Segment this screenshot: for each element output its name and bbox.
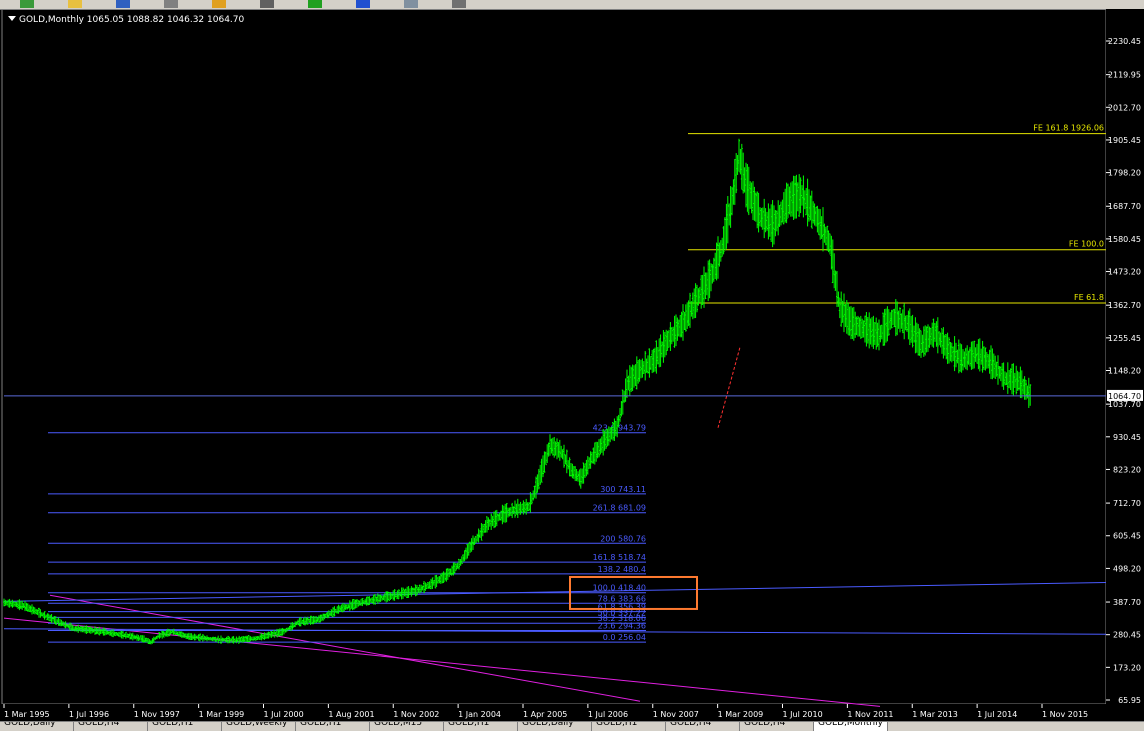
chart-tab-label: GOLD,H1	[300, 721, 342, 728]
window-icon[interactable]	[404, 0, 418, 8]
current-price-label: 1064.70	[1108, 392, 1141, 401]
fib-retracement-label: 0.0 256.04	[603, 633, 646, 642]
y-tick-label: 280.45	[1113, 631, 1141, 640]
chart-tab-label: GOLD,Daily	[4, 721, 56, 728]
chart-tab-label: GOLD,M15	[374, 721, 423, 728]
y-tick-label: 1905.45	[1108, 136, 1141, 145]
gold-monthly-chart[interactable]: 2230.45 2119.95 2012.70 1905.45 1798.20 1687.…	[0, 9, 1144, 721]
chart-tab-label: GOLD,Weekly	[226, 721, 288, 728]
fib-retracement-label: 100.0 418.40	[593, 584, 646, 593]
dashed-projection-line	[717, 346, 741, 428]
x-tick-label: 1 Nov 2011	[847, 710, 893, 719]
y-tick-label: 1580.45	[1108, 235, 1141, 244]
y-tick-label: 1687.70	[1108, 202, 1141, 211]
y-tick-label: 1473.20	[1108, 268, 1141, 277]
dropdown-triangle-icon[interactable]	[8, 16, 16, 21]
save-icon[interactable]	[116, 0, 130, 8]
chart-tab-label: GOLD,H1	[152, 721, 194, 728]
y-tick-label: 1037.70	[1108, 400, 1141, 409]
arrow-icon[interactable]	[20, 0, 34, 8]
crosshair-icon[interactable]	[164, 0, 178, 8]
x-tick-label: 1 Jul 2010	[783, 710, 823, 719]
x-tick-label: 1 Mar 2009	[718, 710, 764, 719]
chart-tab-label: GOLD,H4	[78, 721, 120, 728]
fib-retracement-label: 423.6 943.79	[593, 424, 646, 433]
chart-tab-label: GOLD,H1	[448, 721, 490, 728]
x-tick-label: 1 Mar 1999	[199, 710, 245, 719]
y-tick-label: 1148.20	[1108, 367, 1141, 376]
chart-area[interactable]: 2230.45 2119.95 2012.70 1905.45 1798.20 1687.…	[0, 9, 1144, 721]
y-tick-label: 387.70	[1113, 598, 1141, 607]
chart-tab-label: GOLD,H4	[670, 721, 712, 728]
x-tick-label: 1 Nov 2015	[1042, 710, 1088, 719]
fib-retracement-label: 138.2 480.4	[598, 565, 646, 574]
x-tick-label: 1 Nov 2002	[393, 710, 439, 719]
fib-retracement-label: 300 743.11	[600, 485, 646, 494]
chart-tab-label: GOLD,Daily	[522, 721, 574, 728]
trendline-upper	[3, 581, 1107, 602]
symbol-name: GOLD,Monthly	[19, 15, 84, 25]
y-tick-label: 712.70	[1113, 499, 1141, 508]
fib-retracement-label: 161.8 518.74	[593, 553, 646, 562]
y-tick-label: 65.95	[1118, 696, 1141, 705]
chart-icon[interactable]	[260, 0, 274, 8]
x-tick-label: 1 Jul 2006	[588, 710, 628, 719]
fib-expansion-label: FE 161.8 1926.06	[1033, 124, 1104, 133]
chart-tab-label: GOLD,Monthly	[818, 721, 883, 728]
fib-retracement-label: 261.8 681.09	[593, 504, 646, 513]
fib-icon[interactable]	[212, 0, 226, 8]
y-tick-label: 1255.45	[1108, 334, 1141, 343]
price-axis	[1106, 9, 1144, 721]
plot-frame	[1, 9, 1107, 705]
y-tick-label: 930.45	[1113, 433, 1141, 442]
fib-retracement-label: 23.6 294.36	[598, 621, 646, 630]
y-tick-label: 1362.70	[1108, 301, 1141, 310]
x-tick-label: 1 Nov 1997	[134, 710, 180, 719]
x-tick-label: 1 Mar 2013	[912, 710, 958, 719]
globe-icon[interactable]	[356, 0, 370, 8]
chart-tab-label: GOLD,H1	[596, 721, 638, 728]
fib-expansion-label: FE 61.8	[1074, 293, 1104, 302]
y-tick-label: 498.20	[1113, 564, 1141, 573]
y-tick-label: 2230.45	[1108, 37, 1141, 46]
x-tick-label: 1 Jul 2014	[977, 710, 1017, 719]
plus-icon[interactable]	[308, 0, 322, 8]
x-tick-label: 1 Jan 2004	[458, 710, 501, 719]
x-tick-label: 1 Aug 2001	[328, 710, 374, 719]
fib-expansion-label: FE 100.0	[1069, 240, 1104, 249]
y-tick-label: 2119.95	[1108, 71, 1141, 80]
symbol-header: GOLD,Monthly 1065.05 1088.82 1046.32 106…	[8, 15, 244, 25]
fib-retracement-label: 200 580.76	[600, 534, 646, 543]
y-tick-label: 605.45	[1113, 532, 1141, 541]
folder-icon[interactable]	[68, 0, 82, 8]
y-tick-label: 173.20	[1113, 663, 1141, 672]
x-tick-label: 1 Mar 1995	[4, 710, 50, 719]
x-tick-label: 1 Jul 2000	[264, 710, 304, 719]
x-tick-label: 1 Apr 2005	[523, 710, 567, 719]
x-tick-label: 1 Nov 2007	[653, 710, 699, 719]
x-tick-label: 1 Jul 1996	[69, 710, 109, 719]
ohlc-values: 1065.05 1088.82 1046.32 1064.70	[86, 15, 245, 25]
chart-tab-label: GOLD,H4	[744, 721, 786, 728]
y-tick-label: 1798.20	[1108, 169, 1141, 178]
y-tick-label: 2012.70	[1108, 103, 1141, 112]
y-tick-label: 823.20	[1113, 465, 1141, 474]
zoom-icon[interactable]	[452, 0, 466, 8]
